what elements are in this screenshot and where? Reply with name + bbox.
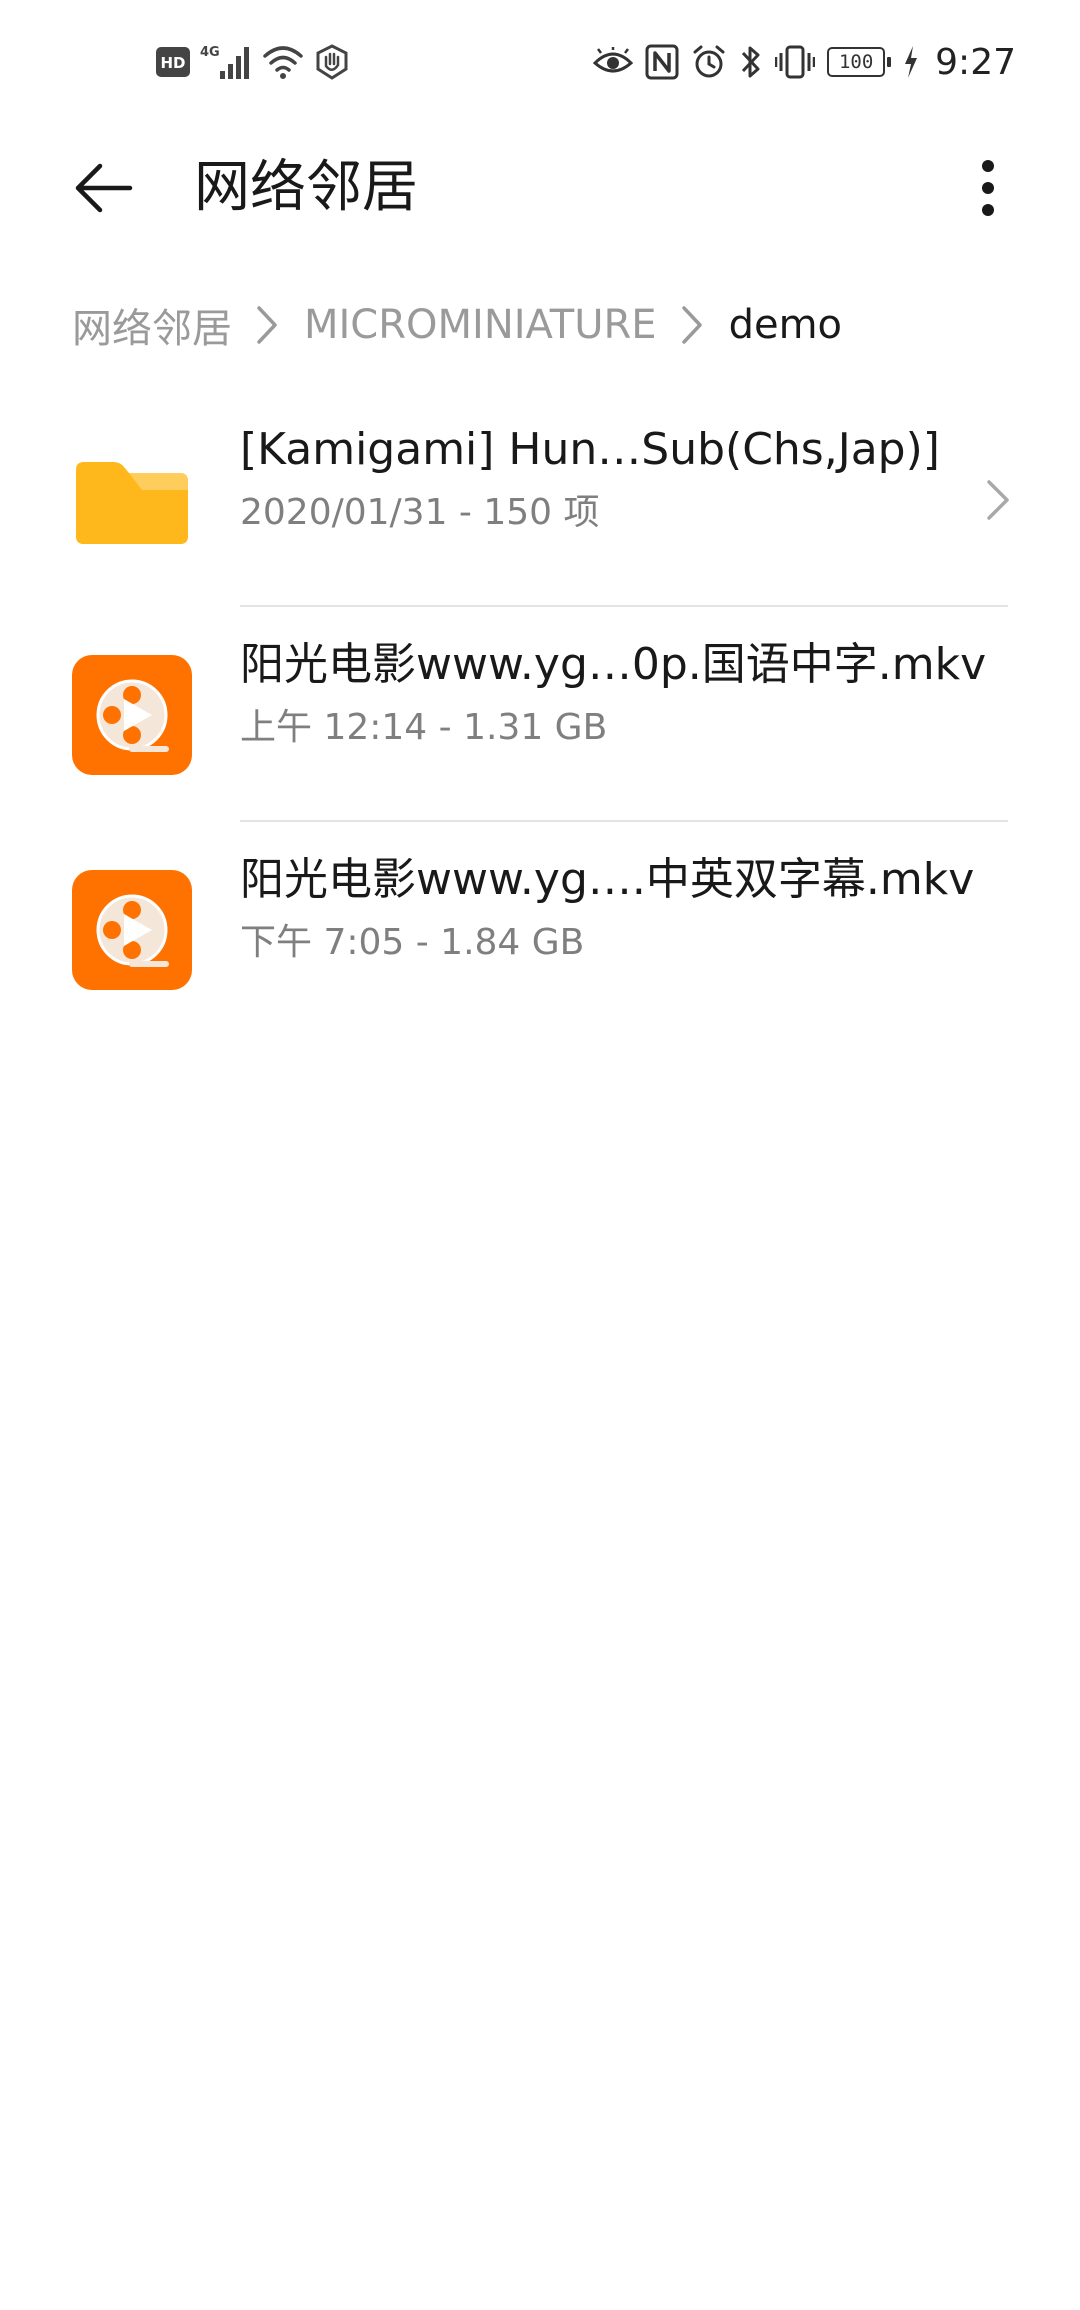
app-bar: 网络邻居 — [0, 122, 1080, 252]
file-text: 阳光电影www.yg….中英双字幕.mkv 下午 7:05 - 1.84 GB — [240, 850, 1010, 968]
network-label: 4G — [200, 45, 220, 60]
battery-icon: 100 — [827, 47, 892, 77]
file-name: 阳光电影www.yg…0p.国语中字.mkv — [240, 639, 987, 690]
breadcrumb: 网络邻居 MICROMINIATURE demo — [72, 290, 842, 360]
file-text: [Kamigami] Hun…Sub(Chs,Jap)] 2020/01/31 … — [240, 420, 1010, 538]
more-options-button[interactable] — [952, 152, 1024, 224]
hd-icon: HD — [156, 47, 190, 77]
list-item-video[interactable]: 阳光电影www.yg…0p.国语中字.mkv 上午 12:14 - 1.31 G… — [0, 607, 1080, 822]
file-meta: 上午 12:14 - 1.31 GB — [240, 707, 608, 748]
alarm-icon — [691, 44, 727, 80]
folder-icon — [72, 440, 192, 560]
hd-label: HD — [160, 54, 185, 72]
file-meta: 2020/01/31 - 150 项 — [240, 492, 600, 533]
video-file-icon — [72, 655, 192, 775]
arrow-left-icon — [75, 163, 133, 213]
status-bar: HD 4G 100 9:27 — [0, 0, 1080, 122]
chevron-right-icon — [252, 305, 282, 345]
more-vertical-icon — [982, 160, 994, 216]
hand-shield-icon — [314, 44, 350, 80]
status-clock: 9:27 — [935, 41, 1016, 83]
nfc-icon — [645, 44, 679, 80]
charging-icon — [903, 45, 919, 79]
vibrate-icon — [775, 44, 816, 80]
chevron-right-icon — [677, 305, 707, 345]
file-name: [Kamigami] Hun…Sub(Chs,Jap)] — [240, 424, 940, 475]
battery-level: 100 — [838, 51, 874, 73]
file-text: 阳光电影www.yg…0p.国语中字.mkv 上午 12:14 - 1.31 G… — [240, 635, 1010, 753]
breadcrumb-item-microminiature[interactable]: MICROMINIATURE — [304, 302, 657, 348]
file-list: [Kamigami] Hun…Sub(Chs,Jap)] 2020/01/31 … — [0, 392, 1080, 1037]
status-bar-right: 100 9:27 — [593, 38, 1016, 86]
video-file-icon — [72, 870, 192, 990]
page-title: 网络邻居 — [194, 155, 418, 220]
wifi-icon — [262, 44, 304, 80]
status-bar-left: HD 4G — [156, 42, 350, 82]
chevron-right-icon — [982, 476, 1014, 524]
bluetooth-icon — [739, 43, 763, 81]
list-item-folder[interactable]: [Kamigami] Hun…Sub(Chs,Jap)] 2020/01/31 … — [0, 392, 1080, 607]
file-meta: 下午 7:05 - 1.84 GB — [240, 922, 585, 963]
eye-icon — [593, 47, 634, 77]
signal-4g-icon: 4G — [200, 43, 252, 81]
list-item-video[interactable]: 阳光电影www.yg….中英双字幕.mkv 下午 7:05 - 1.84 GB — [0, 822, 1080, 1037]
breadcrumb-item-demo: demo — [728, 302, 843, 348]
file-name: 阳光电影www.yg….中英双字幕.mkv — [240, 854, 975, 905]
back-button[interactable] — [68, 152, 140, 224]
breadcrumb-item-network[interactable]: 网络邻居 — [72, 296, 232, 354]
screen: HD 4G 100 9:27 网络邻居 网络邻居 MICROMINIATURE … — [0, 0, 1080, 2310]
